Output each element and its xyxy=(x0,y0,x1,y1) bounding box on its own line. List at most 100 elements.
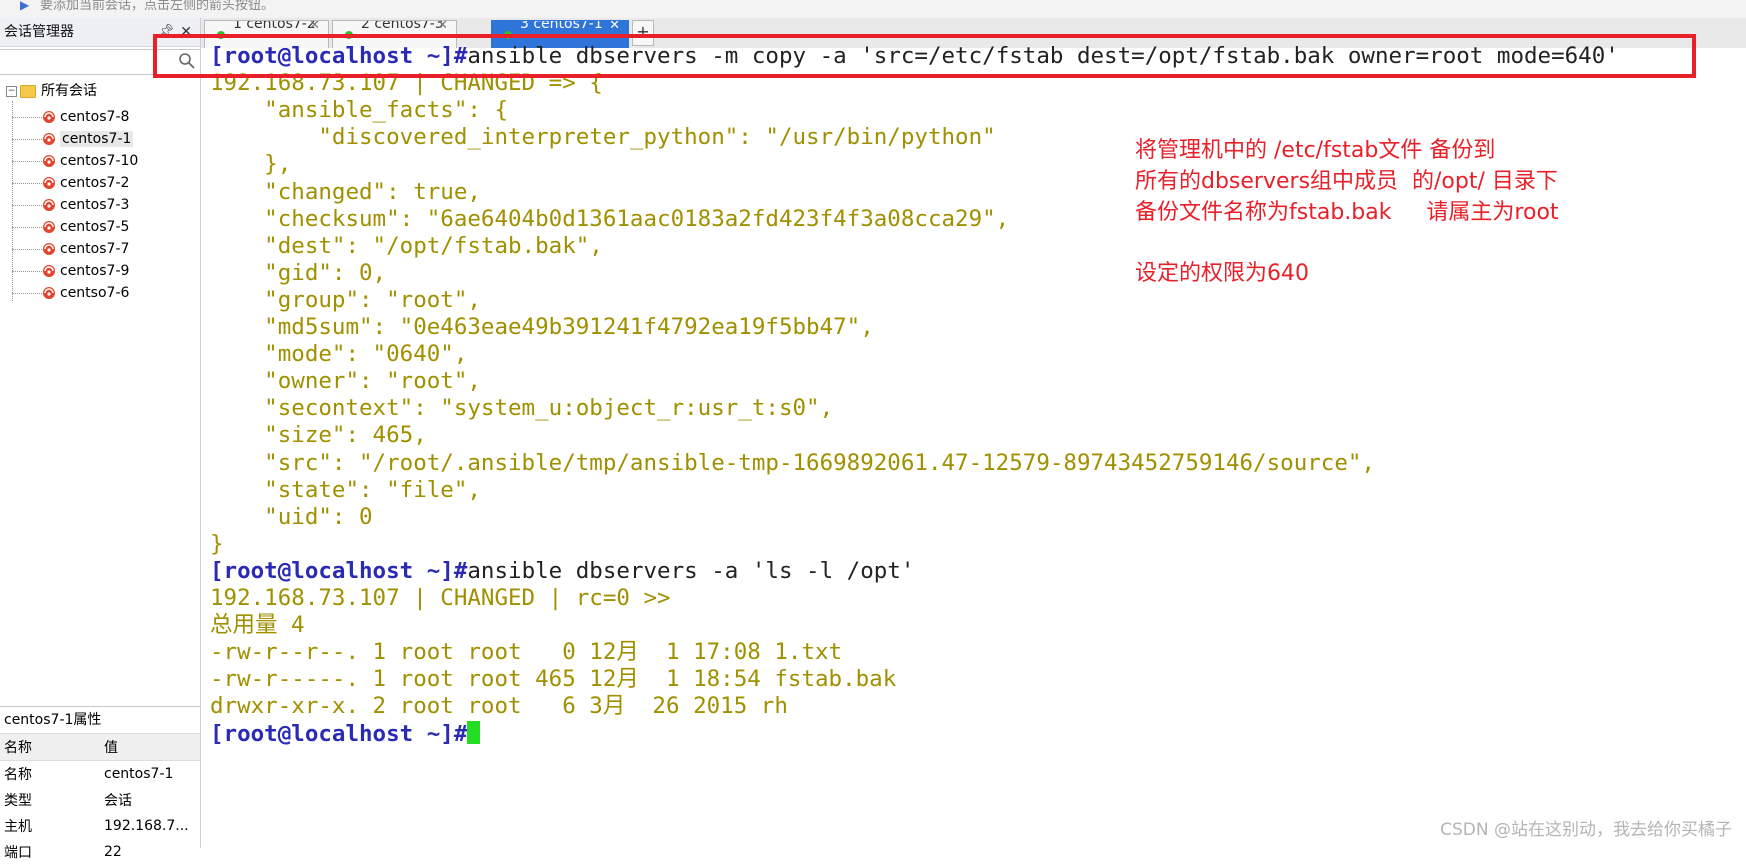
annotation-line: 备份文件名称为fstab.bak 请属主为root xyxy=(1135,200,1559,225)
tree-root-label: 所有会话 xyxy=(41,83,97,99)
tree-connector xyxy=(12,116,42,118)
output-text: "state": "file", xyxy=(210,477,481,503)
table-row: 主机 192.168.7... xyxy=(0,813,200,839)
properties-title: centos7-1属性 xyxy=(4,712,102,728)
output-text: "gid": 0, xyxy=(210,260,387,286)
output-text: "uid": 0 xyxy=(210,504,373,530)
output-text: "md5sum": "0e463eae49b391241f4792ea19f5b… xyxy=(210,314,874,340)
col-header-name: 名称 xyxy=(0,733,100,761)
arrow-icon[interactable]: ▶ xyxy=(20,0,32,12)
sidebar-item-centos7-7[interactable]: centos7-7 xyxy=(12,238,129,260)
tree-connector xyxy=(12,292,42,294)
output-text: 总用量 4 xyxy=(210,612,305,638)
table-row: 类型 会话 xyxy=(0,787,200,813)
sidebar-item-label: centos7-8 xyxy=(60,109,130,125)
output-text: "secontext": "system_u:object_r:usr_t:s0… xyxy=(210,395,834,421)
sidebar-item-label: centos7-1 xyxy=(60,131,134,147)
output-text: "discovered_interpreter_python": "/usr/b… xyxy=(210,124,996,150)
output-text: 192.168.73.107 | CHANGED | rc=0 >> xyxy=(210,585,671,611)
session-icon xyxy=(43,221,55,233)
prop-value: centos7-1 xyxy=(104,766,174,782)
col-header-value: 值 xyxy=(100,733,200,761)
session-manager-panel: 会话管理器 📌︎ ✕ − 所有会话 centos7-8 centos7-1 cento… xyxy=(0,18,201,861)
terminal-line: [root@localhost ~]# xyxy=(210,721,481,748)
terminal-line: "group": "root", xyxy=(210,287,481,314)
shell-prompt: [root@localhost ~]# xyxy=(210,558,468,584)
output-text: -rw-r-----. 1 root root 465 12月 1 18:54 … xyxy=(210,666,897,692)
session-manager-title: 会话管理器 xyxy=(4,24,74,40)
tree-connector xyxy=(12,204,42,206)
sidebar-item-centos7-9[interactable]: centos7-9 xyxy=(12,260,129,282)
sidebar-item-label: centos7-2 xyxy=(60,175,130,191)
tree-root-all-sessions[interactable]: − 所有会话 xyxy=(6,81,97,101)
annotation-line: 所有的dbservers组中成员 的/opt/ 目录下 xyxy=(1135,169,1558,194)
collapse-icon[interactable]: − xyxy=(6,85,17,97)
highlight-box xyxy=(153,34,1696,78)
sidebar-item-label: centos7-9 xyxy=(60,263,130,279)
tree-connector xyxy=(12,248,42,250)
folder-icon xyxy=(20,84,36,98)
terminal-line: "checksum": "6ae6404b0d1361aac0183a2fd42… xyxy=(210,206,1009,233)
prop-name: 主机 xyxy=(4,819,32,835)
sidebar-item-centso7-6[interactable]: centso7-6 xyxy=(12,282,129,304)
prop-value: 22 xyxy=(104,844,122,860)
session-icon xyxy=(43,243,55,255)
shell-prompt: [root@localhost ~]# xyxy=(210,721,468,747)
sidebar-item-centos7-8[interactable]: centos7-8 xyxy=(12,106,129,128)
session-icon xyxy=(43,155,55,167)
terminal-line: "md5sum": "0e463eae49b391241f4792ea19f5b… xyxy=(210,314,874,341)
tree-connector xyxy=(12,226,42,228)
table-row: 名称 centos7-1 xyxy=(0,761,200,788)
sidebar-item-centos7-5[interactable]: centos7-5 xyxy=(12,216,129,238)
output-text: "size": 465, xyxy=(210,422,427,448)
output-text: "ansible_facts": { xyxy=(210,97,509,123)
command-text: ansible dbservers -a 'ls -l /opt' xyxy=(467,558,915,584)
output-text: "owner": "root", xyxy=(210,368,481,394)
tree-connector xyxy=(12,160,42,162)
terminal-line: "secontext": "system_u:object_r:usr_t:s0… xyxy=(210,395,833,422)
sidebar-item-centos7-1[interactable]: centos7-1 xyxy=(12,128,134,150)
terminal-line: drwxr-xr-x. 2 root root 6 3月 26 2015 rh xyxy=(210,693,788,720)
session-icon xyxy=(43,111,55,123)
output-text: "src": "/root/.ansible/tmp/ansible-tmp-1… xyxy=(210,450,1375,476)
terminal-line: "gid": 0, xyxy=(210,260,386,287)
output-text: drwxr-xr-x. 2 root root 6 3月 26 2015 rh xyxy=(210,693,788,719)
terminal-line: "discovered_interpreter_python": "/usr/b… xyxy=(210,124,996,151)
sidebar-item-centos7-10[interactable]: centos7-10 xyxy=(12,150,138,172)
sidebar-item-label: centos7-10 xyxy=(60,153,139,169)
terminal-line: -rw-r--r--. 1 root root 0 12月 1 17:08 1.… xyxy=(210,639,842,666)
prop-value: 会话 xyxy=(104,793,132,809)
terminal-line: "uid": 0 xyxy=(210,504,373,531)
session-icon xyxy=(43,133,55,145)
prop-name: 端口 xyxy=(4,845,32,861)
output-text: "group": "root", xyxy=(210,287,481,313)
terminal-line: "size": 465, xyxy=(210,422,427,449)
top-hint-text: 要添加当前会话，点击左侧的箭头按钮。 xyxy=(40,0,275,13)
session-icon xyxy=(43,177,55,189)
properties-panel: centos7-1属性 名称 值 名称 centos7-1 类型 会话 主机 1… xyxy=(0,706,200,861)
output-text: "changed": true, xyxy=(210,179,481,205)
session-icon xyxy=(43,287,55,299)
top-hint-bar: ▶ 要添加当前会话，点击左侧的箭头按钮。 xyxy=(0,0,1746,19)
table-row: 端口 22 xyxy=(0,839,200,865)
tree-connector xyxy=(12,270,42,272)
prop-name: 类型 xyxy=(4,793,32,809)
terminal-line: -rw-r-----. 1 root root 465 12月 1 18:54 … xyxy=(210,666,896,693)
terminal-line: "dest": "/opt/fstab.bak", xyxy=(210,233,603,260)
watermark: CSDN @站在这别动，我去给你买橘子 xyxy=(1440,820,1732,840)
output-text: -rw-r--r--. 1 root root 0 12月 1 17:08 1.… xyxy=(210,639,843,665)
output-text: }, xyxy=(210,151,292,177)
tree-connector xyxy=(12,138,42,140)
terminal-line: }, xyxy=(210,151,291,178)
sidebar-item-centos7-3[interactable]: centos7-3 xyxy=(12,194,129,216)
terminal-line: "changed": true, xyxy=(210,179,481,206)
terminal-line: } xyxy=(210,531,224,558)
terminal-line: "owner": "root", xyxy=(210,368,481,395)
terminal-line: [root@localhost ~]#ansible dbservers -a … xyxy=(210,558,914,585)
annotation-line: 将管理机中的 /etc/fstab文件 备份到 xyxy=(1135,138,1496,163)
annotation-line: 设定的权限为640 xyxy=(1135,261,1309,286)
properties-table: 名称 值 名称 centos7-1 类型 会话 主机 192.168.7... … xyxy=(0,733,200,865)
sidebar-item-centos7-2[interactable]: centos7-2 xyxy=(12,172,129,194)
terminal-line: 总用量 4 xyxy=(210,612,305,639)
terminal-line: "mode": "0640", xyxy=(210,341,467,368)
